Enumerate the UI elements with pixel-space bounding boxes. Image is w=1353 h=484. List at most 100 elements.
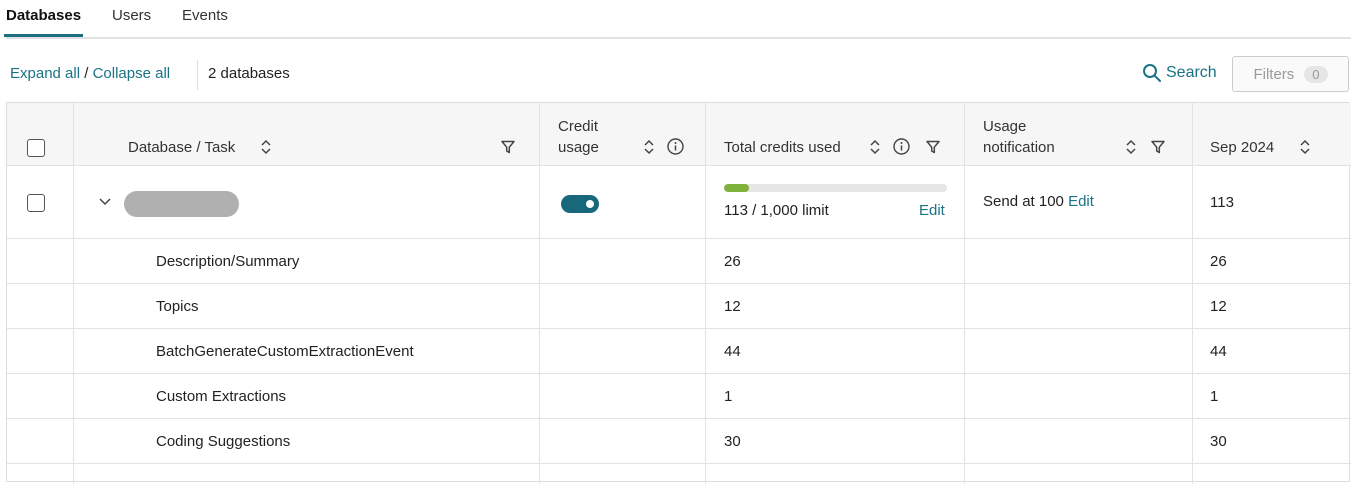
task-total: 12 [724, 298, 741, 315]
sort-icon[interactable] [1299, 139, 1311, 155]
tab-databases[interactable]: Databases [3, 7, 84, 37]
task-name: Coding Suggestions [156, 433, 291, 450]
row-empty-cell [74, 464, 540, 484]
task-period-cell: 44 [1193, 329, 1351, 373]
sort-icon[interactable] [643, 139, 655, 155]
credits-progress-bar [724, 184, 947, 192]
table-row: BatchGenerateCustomExtractionEvent 44 44 [7, 329, 1351, 374]
redacted-database-name [124, 191, 239, 217]
header-credit-usage-line1: Credit [558, 118, 599, 135]
task-name: Description/Summary [156, 253, 300, 270]
info-icon[interactable] [667, 138, 684, 155]
table-row: Custom Extractions 1 1 [7, 374, 1351, 419]
database-row-checkbox[interactable] [27, 194, 45, 212]
task-period-cell: 26 [1193, 239, 1351, 283]
sort-icon[interactable] [260, 139, 272, 155]
task-period-cell: 30 [1193, 419, 1351, 463]
table-toolbar: Expand all / Collapse all 2 databases Se… [0, 56, 1353, 96]
header-total-credits: Total credits used [706, 103, 965, 165]
search-label: Search [1166, 64, 1217, 81]
select-all-checkbox[interactable] [27, 139, 45, 157]
table-row: Topics 12 12 [7, 284, 1351, 329]
credit-usage-cell [540, 166, 706, 238]
credits-progress-fill [724, 184, 750, 192]
row-empty-cell [540, 239, 706, 283]
header-usage-notification-line2: notification [983, 139, 1055, 156]
header-database-task: Database / Task [74, 103, 540, 165]
search-button[interactable]: Search [1142, 63, 1217, 83]
row-empty-cell [965, 329, 1193, 373]
filters-count-badge: 0 [1304, 65, 1328, 83]
row-empty-cell [7, 239, 74, 283]
task-period: 44 [1210, 343, 1227, 360]
task-total-cell: 26 [706, 239, 965, 283]
task-total: 1 [724, 388, 733, 405]
expand-collapse-controls: Expand all / Collapse all [10, 65, 170, 82]
row-empty-cell [1193, 464, 1351, 484]
database-count: 2 databases [208, 65, 290, 82]
task-total-cell: 1 [706, 374, 965, 418]
task-period: 1 [1210, 388, 1219, 405]
tab-users[interactable]: Users [112, 7, 151, 24]
row-empty-cell [7, 374, 74, 418]
row-empty-cell [540, 329, 706, 373]
filters-label: Filters [1253, 65, 1295, 83]
edit-limit-link[interactable]: Edit [919, 202, 945, 219]
filter-icon[interactable] [926, 140, 940, 154]
task-period-cell: 12 [1193, 284, 1351, 328]
task-period: 26 [1210, 253, 1227, 270]
database-name-cell [74, 166, 540, 238]
sort-icon[interactable] [1125, 139, 1137, 155]
header-credit-usage: Credit usage [540, 103, 706, 165]
task-total-cell: 12 [706, 284, 965, 328]
database-table: Database / Task Credit usage Total credi… [6, 102, 1351, 484]
task-total-cell: 44 [706, 329, 965, 373]
header-credit-usage-line2: usage [558, 139, 599, 156]
credits-limit-text: 113 / 1,000 limit [724, 202, 829, 219]
search-icon [1143, 64, 1161, 82]
task-name: Custom Extractions [156, 388, 287, 405]
row-empty-cell [965, 284, 1193, 328]
task-name-cell: Description/Summary [74, 239, 540, 283]
header-period-label: Sep 2024 [1210, 139, 1275, 156]
row-empty-cell [965, 464, 1193, 484]
expand-all-link[interactable]: Expand all [10, 65, 80, 82]
info-icon[interactable] [893, 138, 910, 155]
chevron-down-icon[interactable] [99, 197, 111, 207]
credit-usage-toggle[interactable] [561, 195, 599, 213]
filter-icon[interactable] [1151, 140, 1165, 154]
task-total: 26 [724, 253, 741, 270]
filter-icon[interactable] [501, 140, 515, 154]
collapse-all-link[interactable]: Collapse all [93, 65, 171, 82]
row-empty-cell [706, 464, 965, 484]
row-empty-cell [540, 284, 706, 328]
header-database-task-label: Database / Task [128, 139, 236, 156]
table-row: Description/Summary 26 26 [7, 239, 1351, 284]
database-row: 113 / 1,000 limit Edit Send at 100 Edit … [7, 166, 1351, 239]
header-usage-notification: Usage notification [965, 103, 1193, 165]
table-header-row: Database / Task Credit usage Total credi… [7, 103, 1351, 166]
sort-icon[interactable] [869, 139, 881, 155]
row-empty-cell [965, 374, 1193, 418]
usage-notification-cell: Send at 100 Edit [965, 166, 1193, 238]
task-name-cell: Coding Suggestions [74, 419, 540, 463]
row-empty-cell [540, 419, 706, 463]
header-total-credits-label: Total credits used [724, 139, 841, 156]
tab-events[interactable]: Events [182, 7, 228, 24]
toolbar-divider [197, 60, 198, 90]
row-empty-cell [540, 464, 706, 484]
edit-notification-link[interactable]: Edit [1068, 193, 1094, 210]
task-period: 30 [1210, 433, 1227, 450]
header-select-cell [7, 103, 74, 165]
row-empty-cell [7, 329, 74, 373]
task-name-cell: Custom Extractions [74, 374, 540, 418]
filters-button[interactable]: Filters 0 [1232, 56, 1349, 92]
task-name-cell: Topics [74, 284, 540, 328]
table-row-partial [7, 464, 1351, 484]
row-empty-cell [7, 419, 74, 463]
task-name-cell: BatchGenerateCustomExtractionEvent [74, 329, 540, 373]
header-usage-notification-line1: Usage [983, 118, 1027, 135]
table-row: Coding Suggestions 30 30 [7, 419, 1351, 464]
task-name: BatchGenerateCustomExtractionEvent [156, 343, 414, 360]
expand-collapse-separator: / [80, 65, 93, 82]
